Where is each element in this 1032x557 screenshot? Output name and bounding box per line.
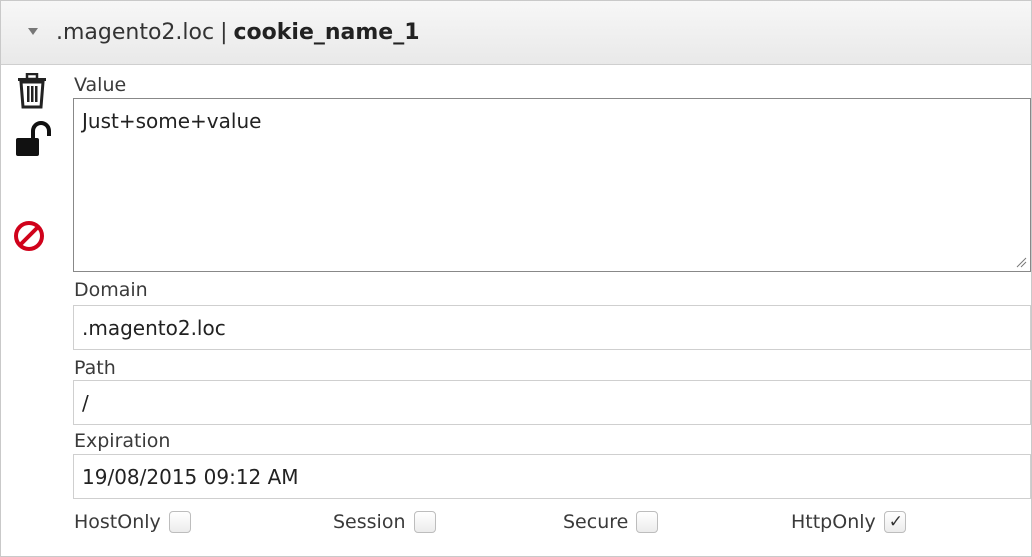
checkmark-icon: ✓ [888, 512, 904, 532]
httponly-label: HttpOnly [791, 511, 876, 533]
session-label: Session [333, 511, 406, 533]
cookie-editor-panel: .magento2.loc | cookie_name_1 Value Just+s… [0, 0, 1032, 557]
cookie-name-title: cookie_name_1 [233, 20, 420, 45]
httponly-checkbox[interactable]: ✓ [883, 511, 906, 533]
domain-value: .magento2.loc [82, 315, 226, 340]
cookie-flags: HostOnly Session Secure HttpOnly ✓ [1, 511, 1031, 543]
secure-label: Secure [563, 511, 629, 533]
expiration-value: 19/08/2015 09:12 AM [82, 464, 299, 489]
block-icon[interactable] [12, 219, 46, 253]
collapse-caret-icon[interactable] [28, 28, 38, 35]
value-text: Just+some+value [82, 109, 262, 133]
trash-icon[interactable] [17, 72, 47, 109]
hostonly-label: HostOnly [74, 511, 161, 533]
path-input[interactable]: / [73, 380, 1031, 425]
hostonly-option[interactable]: HostOnly [74, 511, 191, 533]
title-separator: | [220, 20, 228, 45]
expiration-input[interactable]: 19/08/2015 09:12 AM [73, 454, 1031, 499]
secure-option[interactable]: Secure [563, 511, 659, 533]
unlock-icon[interactable] [15, 119, 51, 159]
hostonly-checkbox[interactable] [168, 511, 191, 533]
path-label: Path [74, 357, 116, 379]
expiration-label: Expiration [74, 430, 171, 452]
resize-grip-icon[interactable] [1015, 256, 1027, 268]
domain-label: Domain [74, 279, 148, 301]
session-checkbox[interactable] [413, 511, 436, 533]
cookie-title: .magento2.loc | cookie_name_1 [56, 18, 420, 48]
session-option[interactable]: Session [333, 511, 436, 533]
value-label: Value [74, 74, 127, 96]
cookie-header[interactable]: .magento2.loc | cookie_name_1 [1, 1, 1031, 65]
value-textarea[interactable]: Just+some+value [73, 98, 1031, 272]
path-value: / [82, 390, 89, 415]
domain-input[interactable]: .magento2.loc [73, 305, 1031, 350]
cookie-domain-title: .magento2.loc [56, 20, 215, 45]
httponly-option[interactable]: HttpOnly ✓ [791, 511, 906, 533]
secure-checkbox[interactable] [636, 511, 659, 533]
